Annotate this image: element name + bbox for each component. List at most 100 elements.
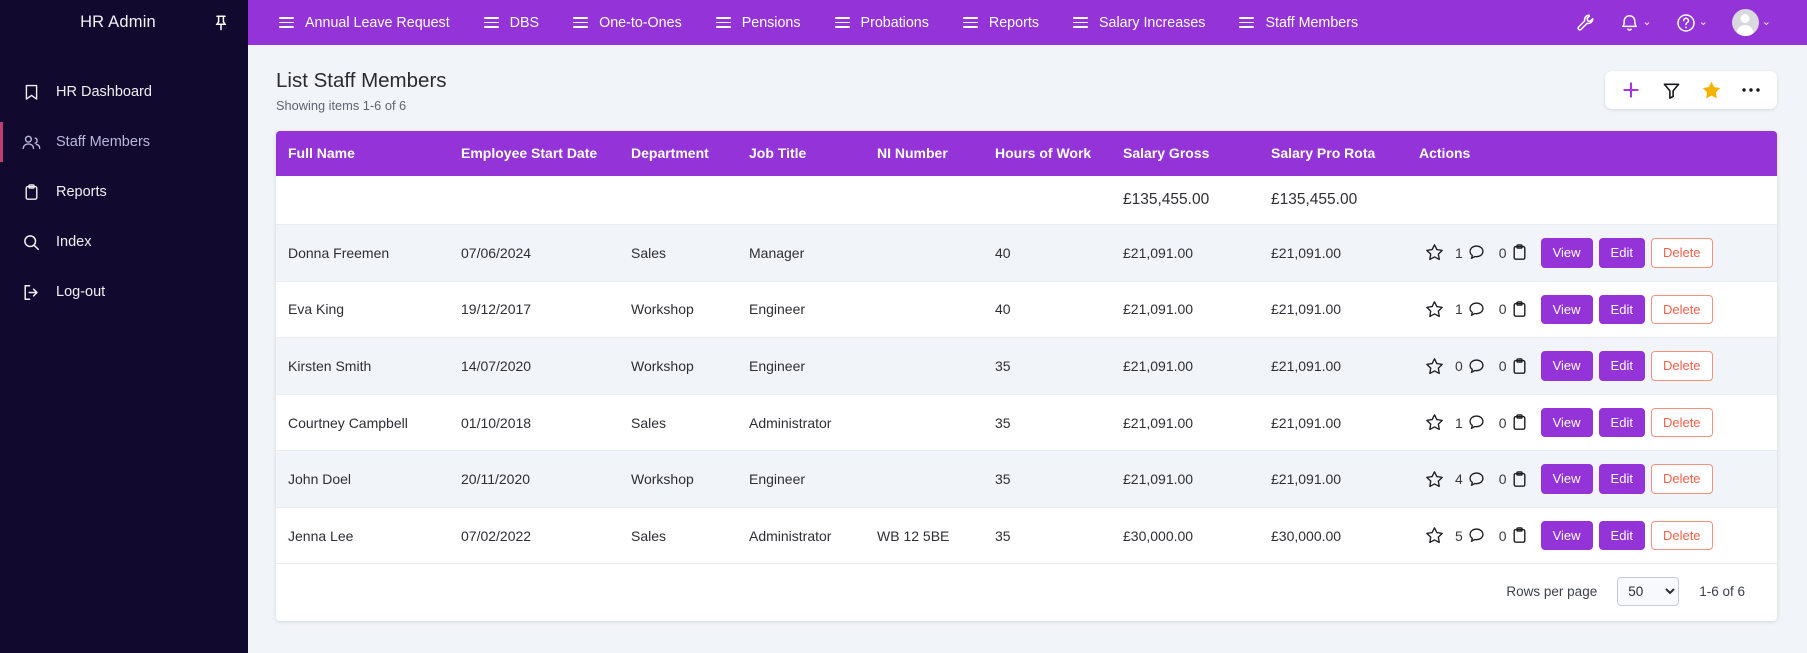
filter-button[interactable] — [1651, 73, 1691, 107]
delete-button[interactable]: Delete — [1650, 520, 1713, 551]
comments-count-group[interactable]: 5 — [1455, 527, 1485, 544]
view-button[interactable]: View — [1540, 294, 1593, 325]
sidebar-item-index[interactable]: Index — [0, 217, 248, 267]
comment-icon — [1468, 301, 1485, 318]
favourite-row-icon[interactable] — [1419, 470, 1449, 489]
edit-button[interactable]: Edit — [1598, 294, 1645, 325]
comments-count: 1 — [1455, 244, 1463, 261]
rows-per-page-select[interactable]: 50 — [1617, 577, 1680, 607]
edit-button[interactable]: Edit — [1598, 351, 1645, 381]
main-content: Annual Leave Request DBS One-to-Ones Pen… — [248, 0, 1807, 653]
table-header: Full Name Employee Start Date Department… — [276, 130, 1777, 176]
favourite-row-icon[interactable] — [1419, 243, 1449, 262]
table-row[interactable]: Jenna Lee 07/02/2022 Sales Administrator WB … — [276, 507, 1777, 565]
table-body: £135,455.00 £135,455.00 Donna Freemen 07/06… — [276, 175, 1777, 565]
cell-job-title: Engineer — [739, 281, 867, 339]
sidebar-item-log-out[interactable]: Log-out — [0, 267, 248, 317]
add-button[interactable] — [1611, 73, 1651, 107]
totals-blank — [985, 175, 1113, 226]
cell-full-name: Kirsten Smith — [276, 337, 451, 395]
sidebar-item-hr-dashboard[interactable]: HR Dashboard — [0, 67, 248, 117]
comments-count-group[interactable]: 4 — [1455, 471, 1485, 488]
nav-item-salary-increases[interactable]: Salary Increases — [1056, 0, 1222, 45]
nav-item-annual-leave-request[interactable]: Annual Leave Request — [262, 0, 467, 45]
view-button[interactable]: View — [1540, 464, 1593, 494]
column-header-salary-pro-rota[interactable]: Salary Pro Rota — [1261, 130, 1409, 176]
page-toolbar — [1605, 71, 1777, 109]
sidebar-item-label: HR Dashboard — [56, 84, 152, 100]
column-header-hours-of-work[interactable]: Hours of Work — [985, 130, 1113, 176]
favourite-row-icon[interactable] — [1419, 526, 1449, 545]
view-button[interactable]: View — [1540, 238, 1593, 268]
cell-ni-number — [867, 281, 985, 339]
comment-icon — [1468, 527, 1485, 544]
comments-count-group[interactable]: 0 — [1455, 358, 1485, 375]
cell-hours-of-work: 40 — [985, 224, 1113, 282]
nav-item-reports[interactable]: Reports — [946, 0, 1056, 45]
table-row[interactable]: Donna Freemen 07/06/2024 Sales Manager 40 £21… — [276, 224, 1777, 282]
favourite-row-icon[interactable] — [1419, 357, 1449, 376]
table-row[interactable]: Kirsten Smith 14/07/2020 Workshop Engineer 3… — [276, 337, 1777, 395]
favourite-row-icon[interactable] — [1419, 413, 1449, 432]
delete-button[interactable]: Delete — [1650, 464, 1713, 494]
delete-button[interactable]: Delete — [1650, 351, 1713, 381]
favourite-row-icon[interactable] — [1419, 300, 1449, 319]
notifications-button[interactable]: ⌄ — [1610, 0, 1661, 45]
column-header-employee-start-date[interactable]: Employee Start Date — [451, 130, 621, 176]
tasks-count-group[interactable]: 0 — [1499, 357, 1527, 375]
delete-button[interactable]: Delete — [1650, 407, 1713, 438]
pin-icon[interactable] — [210, 12, 232, 34]
column-header-department[interactable]: Department — [621, 130, 739, 176]
tasks-count-group[interactable]: 0 — [1499, 301, 1527, 318]
cell-salary-gross: £21,091.00 — [1113, 394, 1261, 452]
column-header-salary-gross[interactable]: Salary Gross — [1113, 130, 1261, 176]
edit-button[interactable]: Edit — [1598, 464, 1645, 494]
nav-item-pensions[interactable]: Pensions — [699, 0, 818, 45]
favourite-button[interactable] — [1691, 73, 1731, 107]
tasks-count-group[interactable]: 0 — [1499, 414, 1527, 431]
column-header-job-title[interactable]: Job Title — [739, 130, 867, 176]
table-row[interactable]: John Doel 20/11/2020 Workshop Engineer 35 £21… — [276, 450, 1777, 508]
nav-item-one-to-ones[interactable]: One-to-Ones — [556, 0, 699, 45]
sidebar-item-staff-members[interactable]: Staff Members — [0, 117, 248, 167]
view-button[interactable]: View — [1540, 351, 1593, 381]
sidebar-item-reports[interactable]: Reports — [0, 167, 248, 217]
user-menu-button[interactable]: ⌄ — [1722, 0, 1781, 45]
menu-icon — [279, 16, 294, 29]
edit-button[interactable]: Edit — [1598, 238, 1645, 268]
cell-salary-pro-rota: £21,091.00 — [1261, 450, 1409, 508]
tasks-count-group[interactable]: 0 — [1499, 470, 1527, 488]
delete-button[interactable]: Delete — [1650, 238, 1713, 268]
comments-count-group[interactable]: 1 — [1455, 414, 1485, 431]
tasks-count-group[interactable]: 0 — [1499, 244, 1527, 261]
edit-button[interactable]: Edit — [1598, 520, 1645, 551]
comment-icon — [1468, 414, 1485, 431]
cell-full-name: Donna Freemen — [276, 224, 451, 282]
nav-item-label: One-to-Ones — [599, 14, 682, 31]
cell-actions: 4 0 View Edit Delete — [1409, 450, 1777, 508]
comments-count-group[interactable]: 1 — [1455, 301, 1485, 318]
help-circle-icon — [1676, 13, 1696, 33]
view-button[interactable]: View — [1540, 520, 1593, 551]
page-body: List Staff Members Showing items 1-6 of … — [248, 45, 1807, 653]
nav-item-dbs[interactable]: DBS — [467, 0, 556, 45]
chevron-down-icon: ⌄ — [1698, 16, 1708, 28]
more-options-button[interactable] — [1731, 73, 1771, 107]
nav-item-probations[interactable]: Probations — [818, 0, 946, 45]
help-button[interactable]: ⌄ — [1666, 0, 1718, 45]
cell-department: Sales — [621, 394, 739, 452]
rows-per-page-label: Rows per page — [1506, 584, 1598, 600]
delete-button[interactable]: Delete — [1650, 294, 1713, 325]
edit-button[interactable]: Edit — [1598, 407, 1645, 438]
comments-count-group[interactable]: 1 — [1455, 244, 1485, 261]
logout-icon — [22, 283, 41, 302]
nav-item-staff-members[interactable]: Staff Members — [1222, 0, 1375, 45]
column-header-ni-number[interactable]: NI Number — [867, 130, 985, 176]
view-button[interactable]: View — [1540, 407, 1593, 438]
wrench-icon[interactable] — [1566, 0, 1606, 45]
table-row[interactable]: Eva King 19/12/2017 Workshop Engineer 40 £21,… — [276, 281, 1777, 339]
star-icon — [1701, 80, 1722, 101]
column-header-full-name[interactable]: Full Name — [276, 130, 451, 176]
tasks-count-group[interactable]: 0 — [1499, 527, 1527, 544]
table-row[interactable]: Courtney Campbell 01/10/2018 Sales Administ… — [276, 394, 1777, 452]
